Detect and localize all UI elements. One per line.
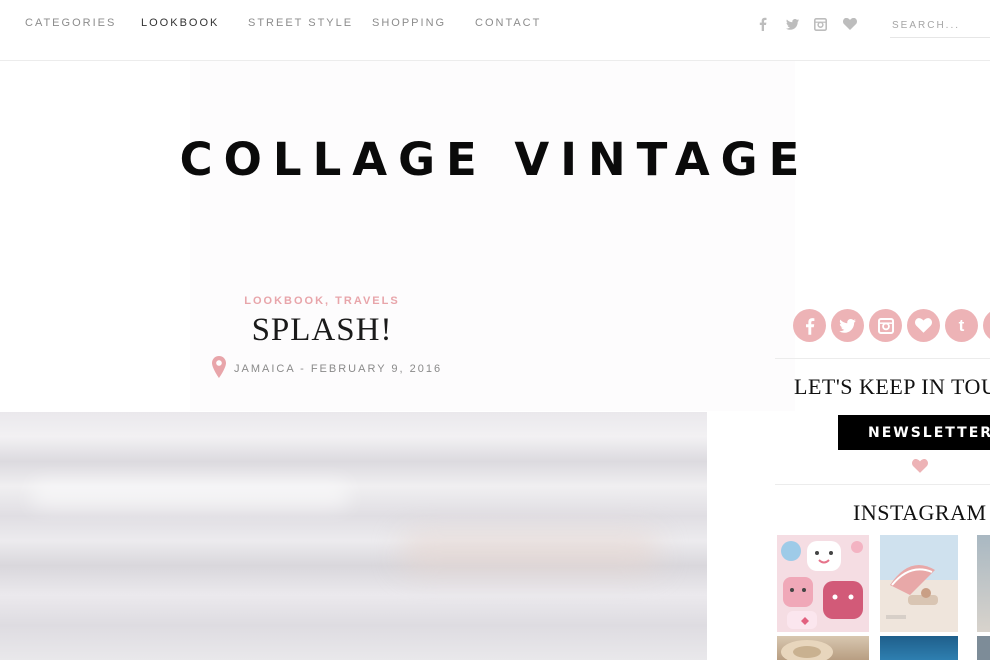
sidebar-divider [775, 358, 990, 359]
post-title[interactable]: SPLASH! [0, 312, 644, 349]
instagram-photo[interactable] [977, 535, 990, 632]
keep-in-touch-heading: LET'S KEEP IN TOUCH [794, 374, 990, 399]
nav-item-contact[interactable]: CONTACT [475, 17, 541, 29]
bloglovin-heart-icon[interactable] [907, 309, 940, 342]
instagram-icon[interactable] [869, 309, 902, 342]
search-box [890, 15, 990, 38]
instagram-icon[interactable] [811, 16, 829, 32]
instagram-photo[interactable] [977, 636, 990, 660]
featured-image[interactable] [0, 412, 707, 660]
sidebar-divider [775, 484, 990, 485]
site-logo[interactable]: COLLAGE VINTAGE [0, 133, 990, 186]
post-location-date: JAMAICA - FEBRUARY 9, 2016 [234, 363, 443, 375]
nav-item-lookbook[interactable]: LOOKBOOK [141, 17, 219, 29]
post-categories[interactable]: LOOKBOOK, TRAVELS [0, 295, 644, 307]
instagram-photo[interactable] [880, 535, 958, 632]
facebook-icon[interactable] [793, 309, 826, 342]
sidebar-social-icons: t [793, 309, 990, 345]
heart-divider-icon [912, 459, 930, 475]
newsletter-button[interactable]: NEWSLETTER [838, 415, 990, 450]
facebook-icon[interactable] [754, 16, 772, 32]
tumblr-icon[interactable]: t [945, 309, 978, 342]
map-pin-icon [212, 355, 226, 383]
post-meta: JAMAICA - FEBRUARY 9, 2016 [212, 355, 443, 383]
instagram-photo[interactable] [777, 535, 869, 632]
nav-item-street-style[interactable]: STREET STYLE [248, 17, 353, 29]
heart-icon[interactable] [841, 16, 859, 32]
instagram-photo[interactable] [777, 636, 869, 660]
nav-item-categories[interactable]: CATEGORIES [25, 17, 116, 29]
instagram-heading: INSTAGRAM [853, 500, 987, 525]
twitter-icon[interactable] [831, 309, 864, 342]
search-input[interactable] [890, 18, 990, 33]
nav-item-shopping[interactable]: SHOPPING [372, 17, 446, 29]
twitter-icon[interactable] [783, 16, 801, 32]
instagram-photo[interactable] [880, 636, 958, 660]
pinterest-icon[interactable] [983, 309, 990, 342]
top-navigation-bar: CATEGORIES LOOKBOOK STREET STYLE SHOPPIN… [0, 0, 990, 61]
